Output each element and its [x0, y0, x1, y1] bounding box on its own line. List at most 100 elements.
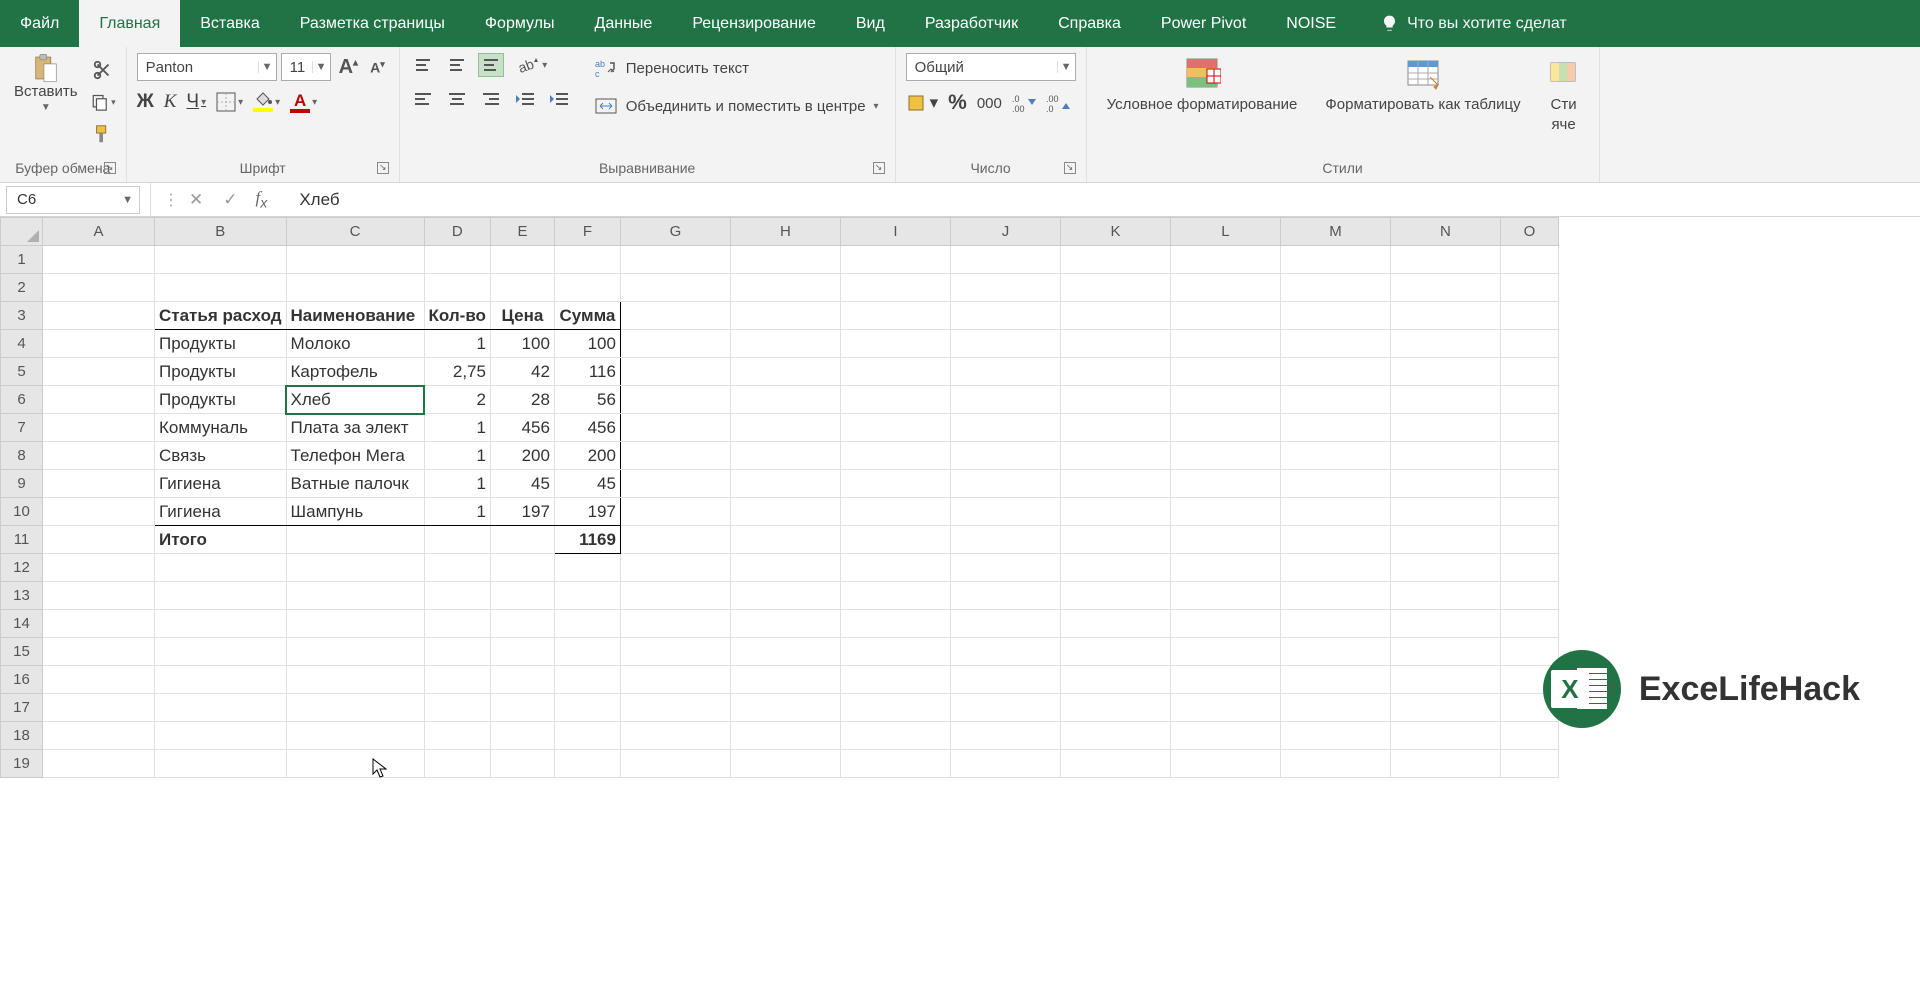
cell-D18[interactable] [424, 722, 490, 750]
cell-L13[interactable] [1170, 582, 1280, 610]
row-header-17[interactable]: 17 [1, 694, 43, 722]
cell-C9[interactable]: Ватные палочк [286, 470, 424, 498]
cell-I5[interactable] [840, 358, 950, 386]
cell-O19[interactable] [1500, 750, 1558, 778]
col-header-K[interactable]: K [1060, 218, 1170, 246]
cell-L12[interactable] [1170, 554, 1280, 582]
cell-E1[interactable] [490, 246, 554, 274]
font-name-combo[interactable]: Panton▼ [137, 53, 277, 81]
cell-D16[interactable] [424, 666, 490, 694]
cell-K3[interactable] [1060, 302, 1170, 330]
cell-N4[interactable] [1390, 330, 1500, 358]
cell-L3[interactable] [1170, 302, 1280, 330]
cell-G12[interactable] [620, 554, 730, 582]
bold-button[interactable]: Ж [137, 91, 154, 113]
cell-G8[interactable] [620, 442, 730, 470]
cell-H11[interactable] [730, 526, 840, 554]
cell-I4[interactable] [840, 330, 950, 358]
cell-I15[interactable] [840, 638, 950, 666]
cell-C17[interactable] [286, 694, 424, 722]
cell-M16[interactable] [1280, 666, 1390, 694]
cell-L14[interactable] [1170, 610, 1280, 638]
cell-G13[interactable] [620, 582, 730, 610]
dialog-launcher-icon[interactable]: ↘ [1064, 162, 1076, 174]
cell-N2[interactable] [1390, 274, 1500, 302]
cell-B15[interactable] [155, 638, 287, 666]
cell-O8[interactable] [1500, 442, 1558, 470]
cell-E4[interactable]: 100 [490, 330, 554, 358]
cell-N7[interactable] [1390, 414, 1500, 442]
cell-K5[interactable] [1060, 358, 1170, 386]
cell-F15[interactable] [554, 638, 620, 666]
cell-I1[interactable] [840, 246, 950, 274]
cell-D5[interactable]: 2,75 [424, 358, 490, 386]
cell-J3[interactable] [950, 302, 1060, 330]
cell-B17[interactable] [155, 694, 287, 722]
cell-styles-button[interactable]: Сти яче [1539, 53, 1589, 136]
cell-L5[interactable] [1170, 358, 1280, 386]
col-header-C[interactable]: C [286, 218, 424, 246]
cell-C13[interactable] [286, 582, 424, 610]
cell-O13[interactable] [1500, 582, 1558, 610]
cell-E2[interactable] [490, 274, 554, 302]
cell-J7[interactable] [950, 414, 1060, 442]
cell-C6[interactable]: Хлеб [286, 386, 424, 414]
cell-D6[interactable]: 2 [424, 386, 490, 414]
row-header-1[interactable]: 1 [1, 246, 43, 274]
orientation-button[interactable]: ab▾ [512, 53, 552, 77]
cell-O11[interactable] [1500, 526, 1558, 554]
cell-K14[interactable] [1060, 610, 1170, 638]
cell-O10[interactable] [1500, 498, 1558, 526]
decrease-decimal-icon[interactable]: .00.0 [1046, 93, 1070, 113]
cancel-formula-icon[interactable]: ✕ [179, 190, 213, 210]
cell-C15[interactable] [286, 638, 424, 666]
align-center-icon[interactable] [444, 87, 470, 111]
spreadsheet-grid[interactable]: ABCDEFGHIJKLMNO123Статья расходНаименова… [0, 217, 1920, 778]
cell-F14[interactable] [554, 610, 620, 638]
cell-C5[interactable]: Картофель [286, 358, 424, 386]
cell-C16[interactable] [286, 666, 424, 694]
comma-format-icon[interactable]: 000 [977, 95, 1002, 112]
cell-A13[interactable] [43, 582, 155, 610]
cell-F5[interactable]: 116 [554, 358, 620, 386]
cell-E5[interactable]: 42 [490, 358, 554, 386]
cell-H13[interactable] [730, 582, 840, 610]
cell-I9[interactable] [840, 470, 950, 498]
cell-L10[interactable] [1170, 498, 1280, 526]
font-size-combo[interactable]: 11▼ [281, 53, 331, 81]
row-header-19[interactable]: 19 [1, 750, 43, 778]
cell-K17[interactable] [1060, 694, 1170, 722]
cell-L8[interactable] [1170, 442, 1280, 470]
cell-O14[interactable] [1500, 610, 1558, 638]
cell-M8[interactable] [1280, 442, 1390, 470]
cell-N14[interactable] [1390, 610, 1500, 638]
cell-L9[interactable] [1170, 470, 1280, 498]
col-header-J[interactable]: J [950, 218, 1060, 246]
cell-M7[interactable] [1280, 414, 1390, 442]
cell-K6[interactable] [1060, 386, 1170, 414]
cell-F8[interactable]: 200 [554, 442, 620, 470]
cell-M3[interactable] [1280, 302, 1390, 330]
cell-E13[interactable] [490, 582, 554, 610]
cell-G19[interactable] [620, 750, 730, 778]
cell-E11[interactable] [490, 526, 554, 554]
cell-A1[interactable] [43, 246, 155, 274]
cell-K18[interactable] [1060, 722, 1170, 750]
row-header-15[interactable]: 15 [1, 638, 43, 666]
cell-L17[interactable] [1170, 694, 1280, 722]
cell-L19[interactable] [1170, 750, 1280, 778]
name-box[interactable]: C6▼ [6, 186, 140, 214]
cell-E7[interactable]: 456 [490, 414, 554, 442]
cell-N3[interactable] [1390, 302, 1500, 330]
cell-H18[interactable] [730, 722, 840, 750]
cell-F11[interactable]: 1169 [554, 526, 620, 554]
cell-F6[interactable]: 56 [554, 386, 620, 414]
cell-B3[interactable]: Статья расход [155, 302, 287, 330]
copy-icon[interactable]: ▾ [90, 89, 116, 115]
row-header-7[interactable]: 7 [1, 414, 43, 442]
cell-D2[interactable] [424, 274, 490, 302]
number-format-combo[interactable]: Общий▼ [906, 53, 1076, 81]
cell-F2[interactable] [554, 274, 620, 302]
row-header-9[interactable]: 9 [1, 470, 43, 498]
cell-G11[interactable] [620, 526, 730, 554]
